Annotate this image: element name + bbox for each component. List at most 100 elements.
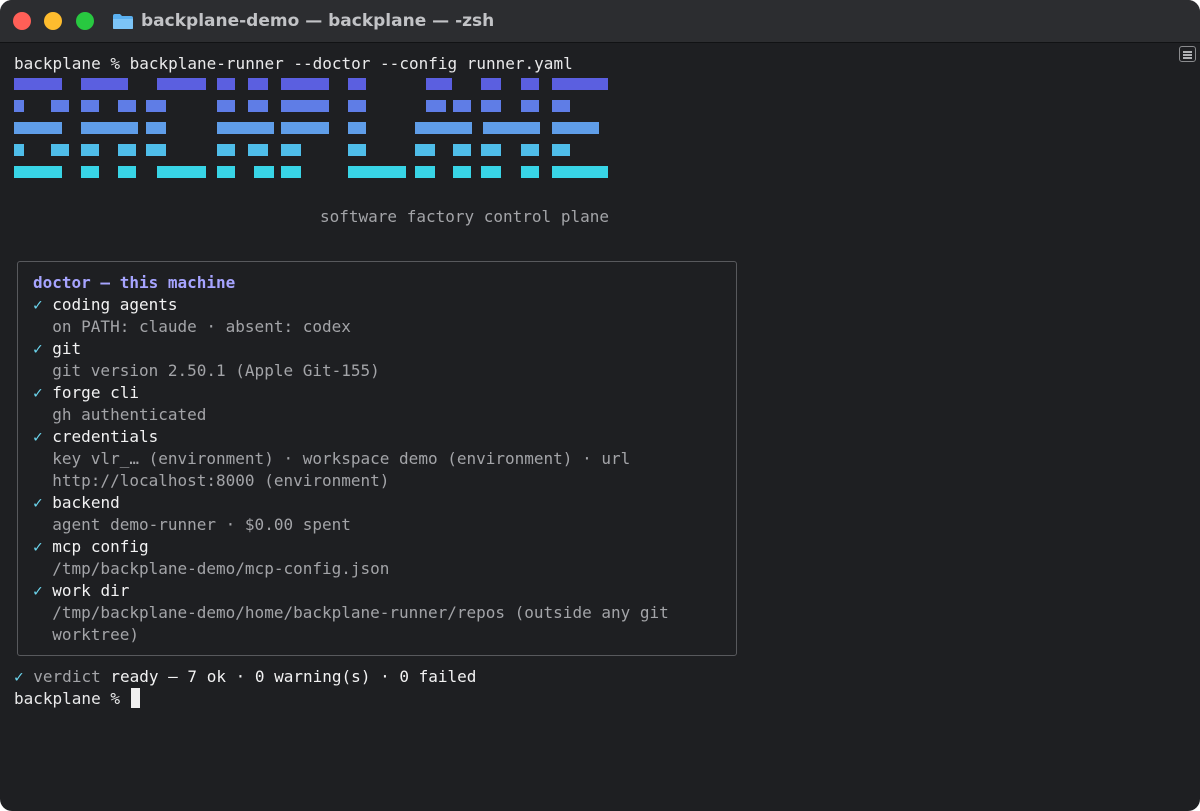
check-item: ✓ work dir	[33, 580, 129, 601]
window-title: backplane-demo — backplane — -zsh	[112, 0, 494, 42]
check-name: work dir	[52, 581, 130, 600]
logo-block	[481, 100, 501, 112]
check-name: credentials	[52, 427, 159, 446]
logo-block	[552, 166, 608, 178]
doctor-title-line: doctor — this machine	[33, 272, 235, 293]
logo-block	[521, 78, 539, 90]
text-cursor	[130, 688, 140, 708]
logo-block	[453, 100, 471, 112]
logo-block	[281, 122, 329, 134]
logo-block	[552, 122, 599, 134]
logo-block	[521, 144, 539, 156]
logo-block	[348, 100, 366, 112]
check-detail-line: on PATH: claude · absent: codex	[33, 316, 351, 337]
check-detail-line: git version 2.50.1 (Apple Git-155)	[33, 360, 380, 381]
logo-block	[146, 144, 166, 156]
check-detail: gh authenticated	[52, 405, 207, 424]
logo-block	[552, 144, 570, 156]
logo-block	[348, 166, 406, 178]
backplane-logo	[14, 78, 608, 178]
check-detail: worktree)	[52, 625, 139, 644]
logo-block	[481, 144, 501, 156]
logo-block	[348, 122, 366, 134]
logo-block	[217, 166, 235, 178]
logo-block	[51, 144, 69, 156]
zoom-window-button[interactable]	[76, 12, 94, 30]
check-detail: on PATH: claude · absent: codex	[52, 317, 351, 336]
check-item: ✓ git	[33, 338, 81, 359]
check-name: mcp config	[52, 537, 149, 556]
check-detail: git version 2.50.1 (Apple Git-155)	[52, 361, 380, 380]
minimize-window-button[interactable]	[44, 12, 62, 30]
logo-block	[453, 144, 471, 156]
logo-block	[281, 166, 301, 178]
check-icon: ✓	[33, 427, 43, 446]
check-icon: ✓	[33, 383, 43, 402]
close-window-button[interactable]	[13, 12, 31, 30]
logo-block	[254, 166, 274, 178]
check-detail: key vlr_… (environment) · workspace demo…	[52, 449, 631, 468]
check-name: coding agents	[52, 295, 178, 314]
logo-block	[281, 78, 329, 90]
logo-block	[248, 144, 268, 156]
doctor-title: doctor — this machine	[33, 273, 236, 292]
terminal-window: backplane-demo — backplane — -zsh backpl…	[0, 0, 1200, 811]
logo-block	[281, 144, 301, 156]
logo-block	[81, 144, 99, 156]
logo-block	[481, 166, 501, 178]
check-detail-line: /tmp/backplane-demo/mcp-config.json	[33, 558, 389, 579]
logo-block	[118, 100, 136, 112]
check-item: ✓ credentials	[33, 426, 158, 447]
logo-block	[348, 144, 366, 156]
logo-block	[51, 100, 69, 112]
logo-block	[14, 78, 62, 90]
logo-block	[217, 122, 274, 134]
logo-block	[157, 78, 206, 90]
logo-block	[14, 122, 62, 134]
logo-block	[81, 166, 99, 178]
prompt: backplane %	[14, 689, 120, 708]
logo-block	[483, 122, 540, 134]
logo-block	[521, 100, 539, 112]
check-detail-line: gh authenticated	[33, 404, 206, 425]
verdict-label: verdict	[33, 667, 101, 686]
logo-block	[146, 122, 166, 134]
title-bar: backplane-demo — backplane — -zsh	[0, 0, 1200, 43]
check-item: ✓ forge cli	[33, 382, 139, 403]
folder-icon	[113, 13, 133, 29]
logo-block	[552, 78, 608, 90]
logo-block	[81, 78, 128, 90]
logo-block	[248, 78, 268, 90]
check-icon: ✓	[33, 493, 43, 512]
check-icon: ✓	[33, 581, 43, 600]
logo-block	[481, 78, 501, 90]
check-detail-line: key vlr_… (environment) · workspace demo…	[33, 448, 630, 469]
logo-block	[415, 144, 435, 156]
logo-block	[118, 166, 136, 178]
logo-block	[426, 100, 446, 112]
verdict-check-icon: ✓	[14, 667, 24, 686]
logo-block	[217, 78, 235, 90]
logo-block	[521, 166, 539, 178]
logo-block	[415, 122, 472, 134]
check-name: backend	[52, 493, 120, 512]
logo-block	[453, 166, 471, 178]
logo-block	[14, 100, 24, 112]
check-detail-line: /tmp/backplane-demo/home/backplane-runne…	[33, 602, 669, 623]
logo-block	[146, 100, 166, 112]
prompt-line[interactable]: backplane %	[14, 688, 140, 709]
logo-block	[81, 100, 99, 112]
logo-block	[415, 166, 435, 178]
logo-block	[118, 144, 136, 156]
logo-block	[248, 100, 268, 112]
terminal-content[interactable]: backplane % backplane-runner --doctor --…	[0, 43, 1200, 811]
check-detail-line: http://localhost:8000 (environment)	[33, 470, 389, 491]
check-detail: agent demo-runner · $0.00 spent	[52, 515, 351, 534]
verdict-line: ✓ verdict ready — 7 ok · 0 warning(s) · …	[14, 666, 476, 687]
verdict-text: ready — 7 ok · 0 warning(s) · 0 failed	[110, 667, 477, 686]
logo-block	[217, 144, 235, 156]
logo-block	[157, 166, 206, 178]
check-item: ✓ backend	[33, 492, 120, 513]
logo-block	[14, 166, 62, 178]
logo-block	[14, 144, 24, 156]
